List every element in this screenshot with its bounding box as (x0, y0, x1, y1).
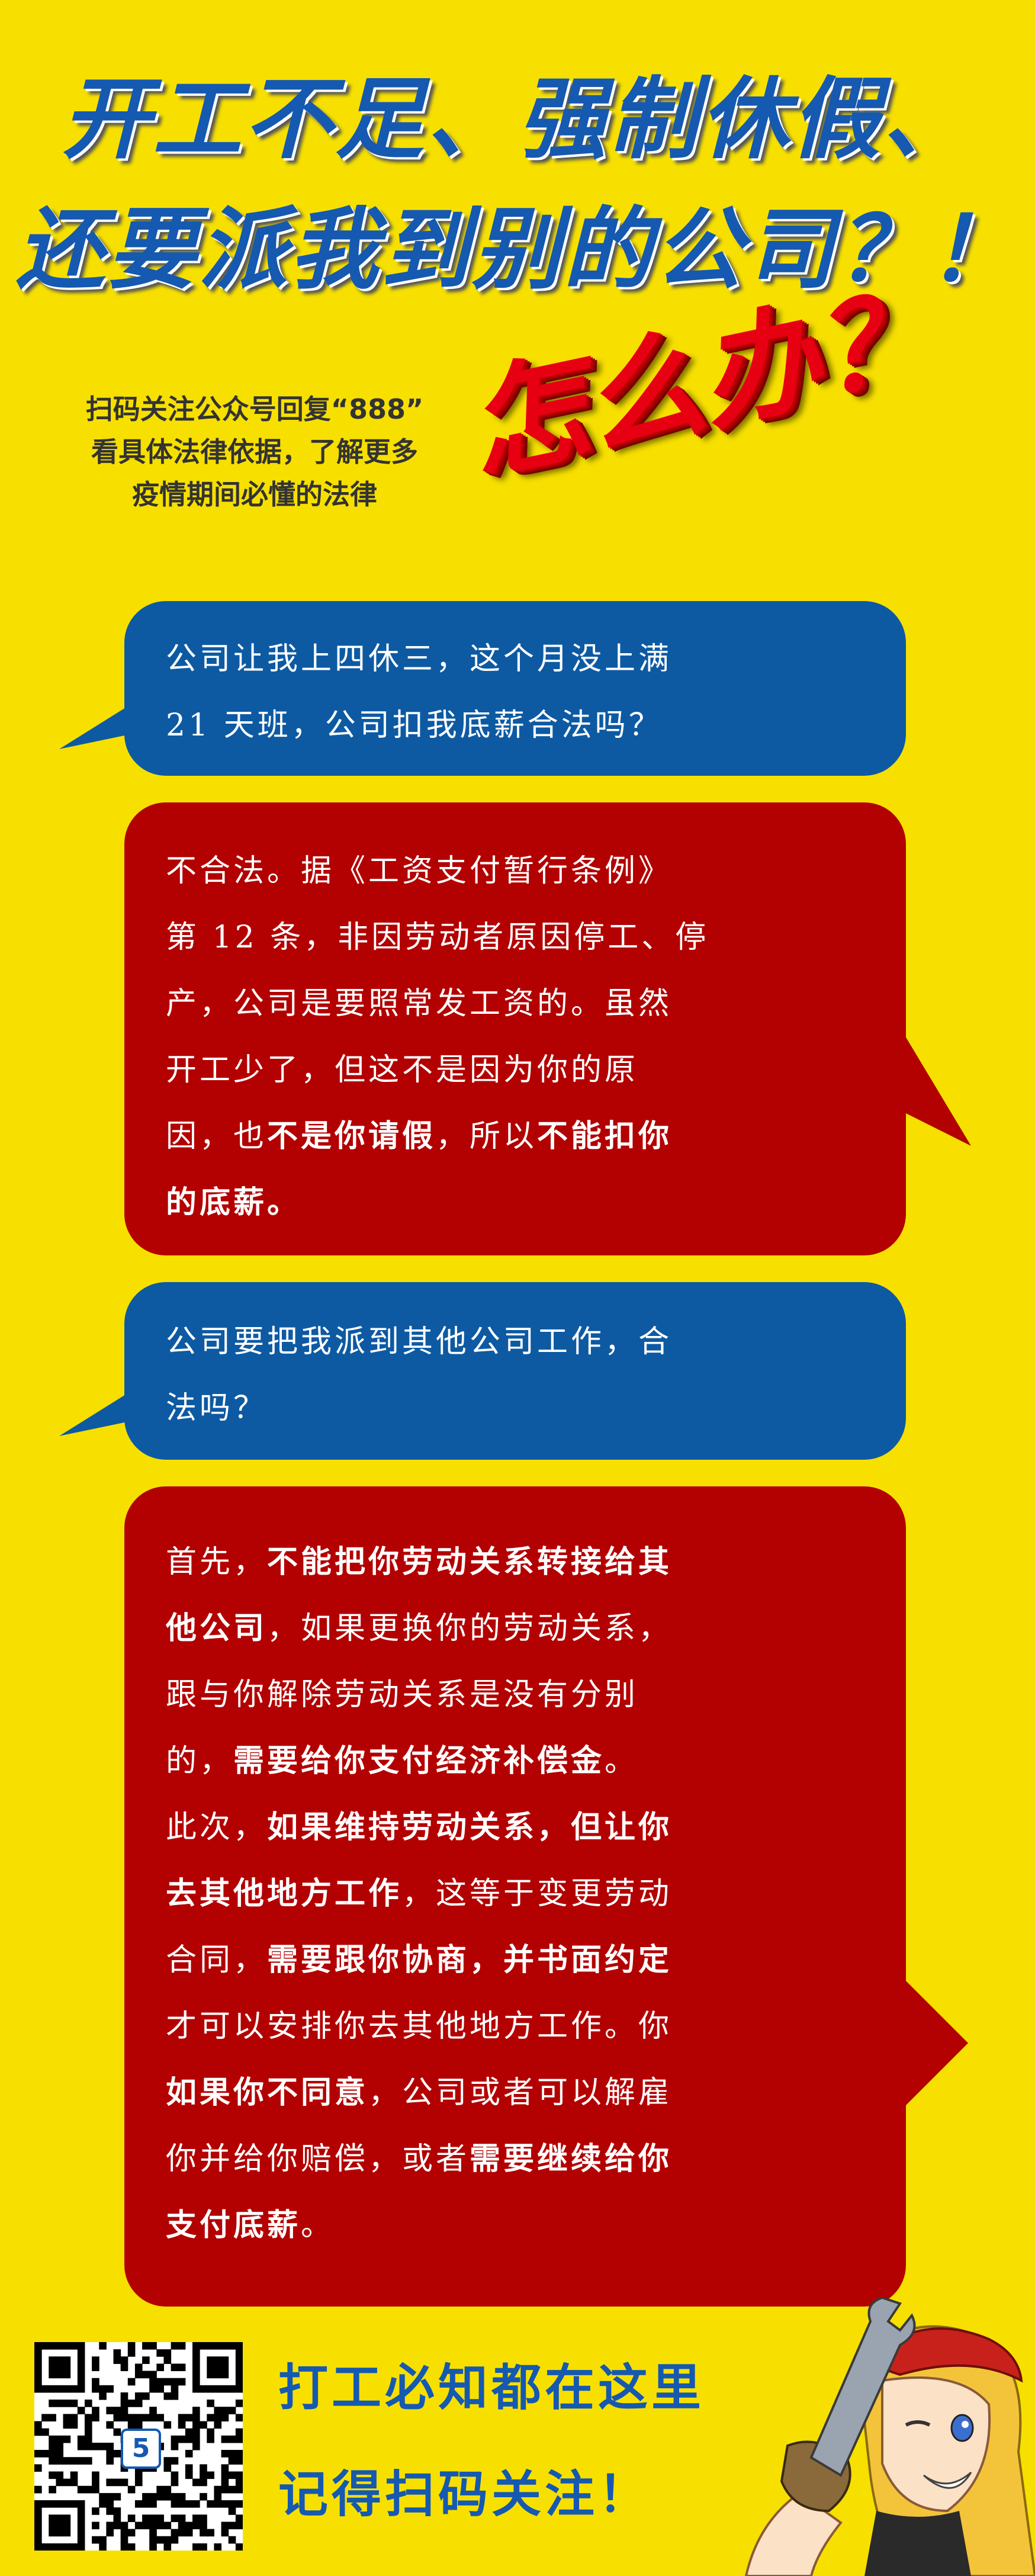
answer-bubble-2: 首先，不能把你劳动关系转接给其 他公司，如果更换你的劳动关系， 跟与你解除劳动关… (124, 1486, 968, 2307)
answer-2-line-1: 首先，不能把你劳动关系转接给其 (166, 1544, 673, 1580)
answer-2-line-11: 支付底薪。 (166, 2207, 335, 2243)
question-2-line-2: 法吗？ (166, 1390, 268, 1426)
answer-1-line-3: 产，公司是要照常发工资的。虽然 (166, 986, 673, 1022)
scan-note-line-2: 看具体法律依据，了解更多 (91, 436, 418, 468)
bubble-tail-left (59, 705, 130, 749)
scan-note: 扫码关注公众号回复“888” 看具体法律依据，了解更多 疫情期间必懂的法律 (53, 388, 456, 516)
bubble-tail-right (900, 1027, 971, 1146)
answer-2-line-7: 合同，需要跟你协商，并书面约定 (166, 1942, 673, 1978)
scan-note-line-1: 扫码关注公众号回复“888” (85, 393, 424, 425)
answer-2-line-4: 的，需要给你支付经济补偿金。 (166, 1743, 639, 1779)
answer-2-line-9: 如果你不同意，公司或者可以解雇 (166, 2074, 673, 2111)
question-bubble-2: 公司要把我派到其他公司工作，合 法吗？ (59, 1282, 906, 1460)
answer-1-line-1: 不合法。据《工资支付暂行条例》 (166, 853, 673, 889)
headline-line-1: 开工不足、强制休假、 (61, 68, 973, 171)
answer-2-line-3: 跟与你解除劳动关系是没有分别 (166, 1677, 639, 1713)
answer-1-line-2: 第 12 条，非因劳动者原因停工、停 (166, 920, 709, 955)
answer-1-line-5: 因，也不是你请假，所以不能扣你 (166, 1118, 673, 1154)
answer-1-line-4: 开工少了，但这不是因为你的原 (166, 1052, 639, 1088)
question-1-line-2: 21 天班，公司扣我底薪合法吗？ (166, 708, 663, 743)
promo-line-1: 打工必知都在这里 (278, 2359, 705, 2417)
question-1-line-1: 公司让我上四休三，这个月没上满 (166, 641, 673, 677)
answer-2-line-8: 才可以安排你去其他地方工作。你 (166, 2009, 673, 2044)
answer-1-line-6: 的底薪。 (166, 1184, 301, 1220)
question-2-line-1: 公司要把我派到其他公司工作，合 (166, 1324, 673, 1360)
answer-2-line-10: 你并给你赔偿，或者需要继续给你 (166, 2141, 673, 2177)
answer-2-line-2: 他公司，如果更换你的劳动关系， (166, 1610, 673, 1646)
answer-2-line-5: 此次，如果维持劳动关系，但让你 (166, 1809, 673, 1845)
qr-code-icon[interactable]: 5 (34, 2342, 243, 2551)
bubble-tail-right (897, 1972, 968, 2114)
question-bubble-1: 公司让我上四休三，这个月没上满 21 天班，公司扣我底薪合法吗？ (59, 601, 906, 776)
qr-logo: 5 (121, 2429, 161, 2469)
bubble-tail-left (59, 1392, 130, 1436)
answer-2-line-6: 去其他地方工作，这等于变更劳动 (166, 1875, 673, 1912)
wrench-mascot-icon (744, 2298, 1035, 2576)
scan-note-line-3: 疫情期间必懂的法律 (132, 478, 377, 510)
promo-line-2: 记得扫码关注！ (278, 2465, 652, 2523)
answer-bubble-1: 不合法。据《工资支付暂行条例》 第 12 条，非因劳动者原因停工、停 产，公司是… (124, 802, 971, 1255)
